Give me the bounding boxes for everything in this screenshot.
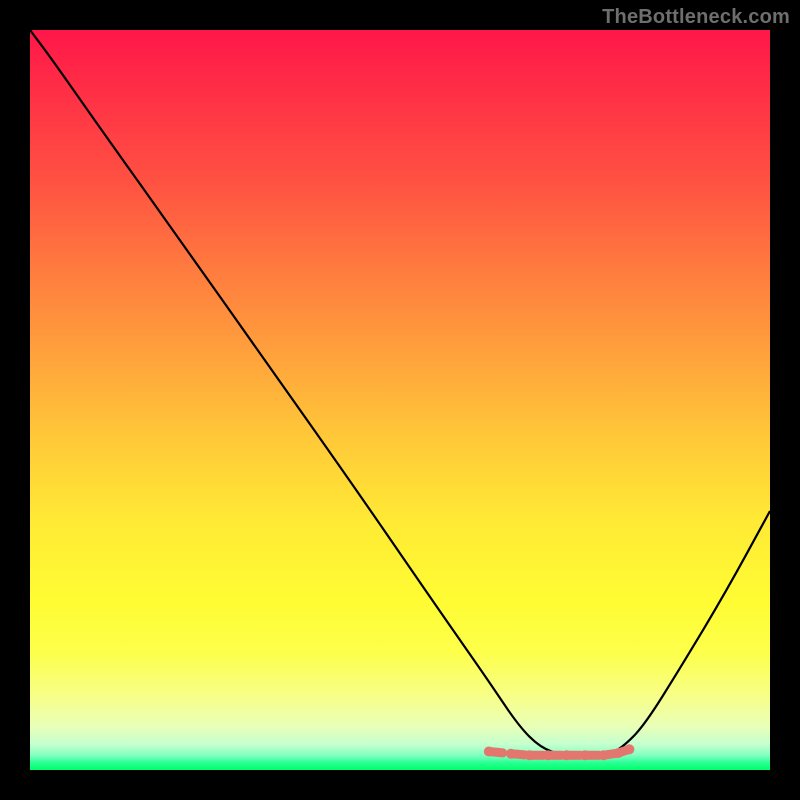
bottleneck-curve-line (30, 30, 770, 755)
curve-marker-dot (484, 747, 494, 757)
curve-layer (30, 30, 770, 770)
curve-marker-dot (543, 750, 553, 760)
watermark-label: TheBottleneck.com (602, 6, 790, 29)
curve-marker-dot (525, 750, 535, 760)
curve-marker-dot (580, 750, 590, 760)
curve-marker-dot (562, 750, 572, 760)
curve-marker-dot (613, 748, 623, 758)
bottleneck-chart: TheBottleneck.com (0, 0, 800, 800)
plot-area (30, 30, 770, 770)
curve-marker-dot (624, 744, 634, 754)
curve-marker-dot (599, 750, 609, 760)
curve-minimum-markers (484, 744, 635, 760)
curve-marker-dot (506, 749, 516, 759)
